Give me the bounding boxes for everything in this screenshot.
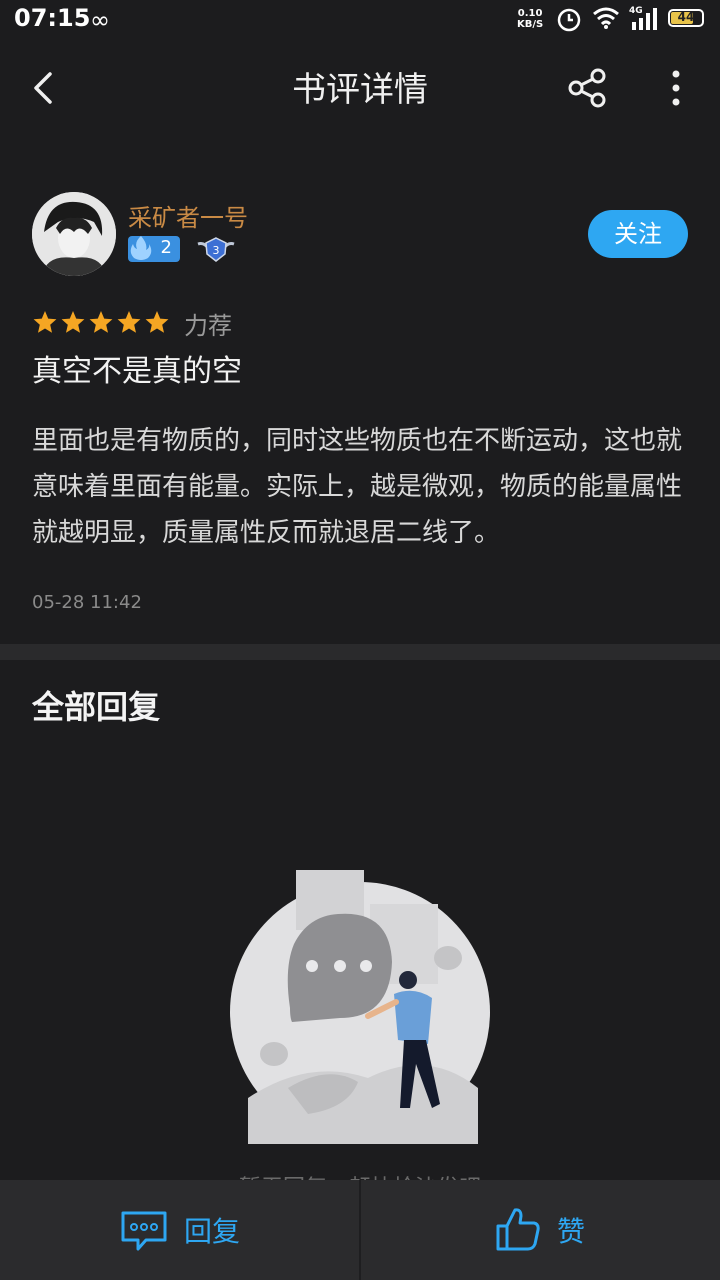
signal-icon: [632, 8, 657, 30]
replies-heading: 全部回复: [32, 688, 161, 726]
avatar-image: [32, 192, 116, 276]
star-icon: [33, 311, 57, 333]
rating-label: 力荐: [184, 312, 232, 340]
thumbs-up-icon: [496, 1208, 540, 1251]
fire-icon: [130, 236, 152, 260]
follow-button[interactable]: 关注: [588, 210, 688, 258]
wifi-icon: [593, 7, 619, 29]
comment-icon: [121, 1211, 167, 1251]
alarm-icon: [557, 8, 581, 32]
like-label: 赞: [557, 1215, 586, 1248]
star-icon: [145, 311, 169, 333]
net-speed-unit: KB/S: [517, 19, 544, 30]
star-icon: [117, 311, 141, 333]
review-title: 真空不是真的空: [32, 354, 242, 389]
battery-icon: 44: [668, 9, 704, 27]
rank-badge-icon: 3: [197, 237, 235, 262]
username[interactable]: 采矿者一号: [128, 198, 248, 233]
fire-level: 2: [160, 237, 172, 258]
star-icon: [61, 311, 85, 333]
reply-label: 回复: [184, 1215, 241, 1248]
infinity-icon: ∞: [90, 6, 110, 34]
rating-stars: [33, 311, 169, 333]
reply-button[interactable]: 回复: [0, 1180, 359, 1280]
fire-level-badge: 2: [128, 236, 180, 262]
battery-level: 44: [677, 10, 695, 24]
page-title: 书评详情: [292, 70, 428, 110]
review-date: 05-28 11:42: [32, 592, 142, 613]
like-button[interactable]: 赞: [361, 1180, 720, 1280]
empty-state-illustration: [230, 870, 490, 1144]
section-divider: [0, 644, 720, 660]
net-speed-value: 0.10: [517, 8, 543, 19]
bottom-action-bar: 回复 赞: [0, 1180, 720, 1280]
status-bar: 07:15 ∞ 0.10 KB/S 4G 44: [0, 0, 720, 40]
avatar[interactable]: [32, 192, 116, 276]
star-icon: [89, 311, 113, 333]
rank-level: 3: [213, 244, 220, 257]
more-vertical-icon[interactable]: [656, 66, 696, 110]
share-icon[interactable]: [566, 66, 610, 110]
review-body: 里面也是有物质的，同时这些物质也在不断运动，这也就意味着里面有能量。实际上，越是…: [32, 426, 683, 548]
net-speed: 0.10 KB/S: [517, 8, 543, 30]
status-time: 07:15: [14, 4, 91, 32]
